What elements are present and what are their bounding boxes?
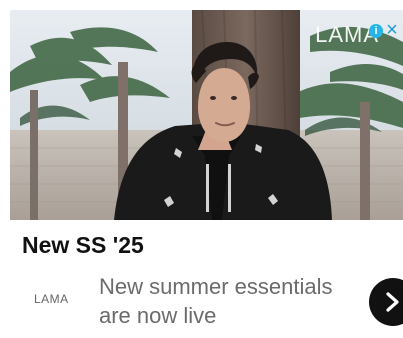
info-icon[interactable]: i — [369, 24, 383, 38]
hero-image[interactable]: LAMA i × — [10, 10, 403, 220]
ad-description: New summer essentials are now live — [99, 274, 333, 328]
next-button[interactable] — [369, 278, 403, 326]
close-icon[interactable]: × — [385, 20, 399, 40]
ad-card[interactable]: LAMA i × New SS '25 LAMA New summer esse… — [0, 0, 403, 338]
ad-headline: New SS '25 — [22, 232, 144, 258]
brand-logo: LAMA — [34, 292, 69, 306]
chevron-right-icon — [386, 292, 399, 312]
